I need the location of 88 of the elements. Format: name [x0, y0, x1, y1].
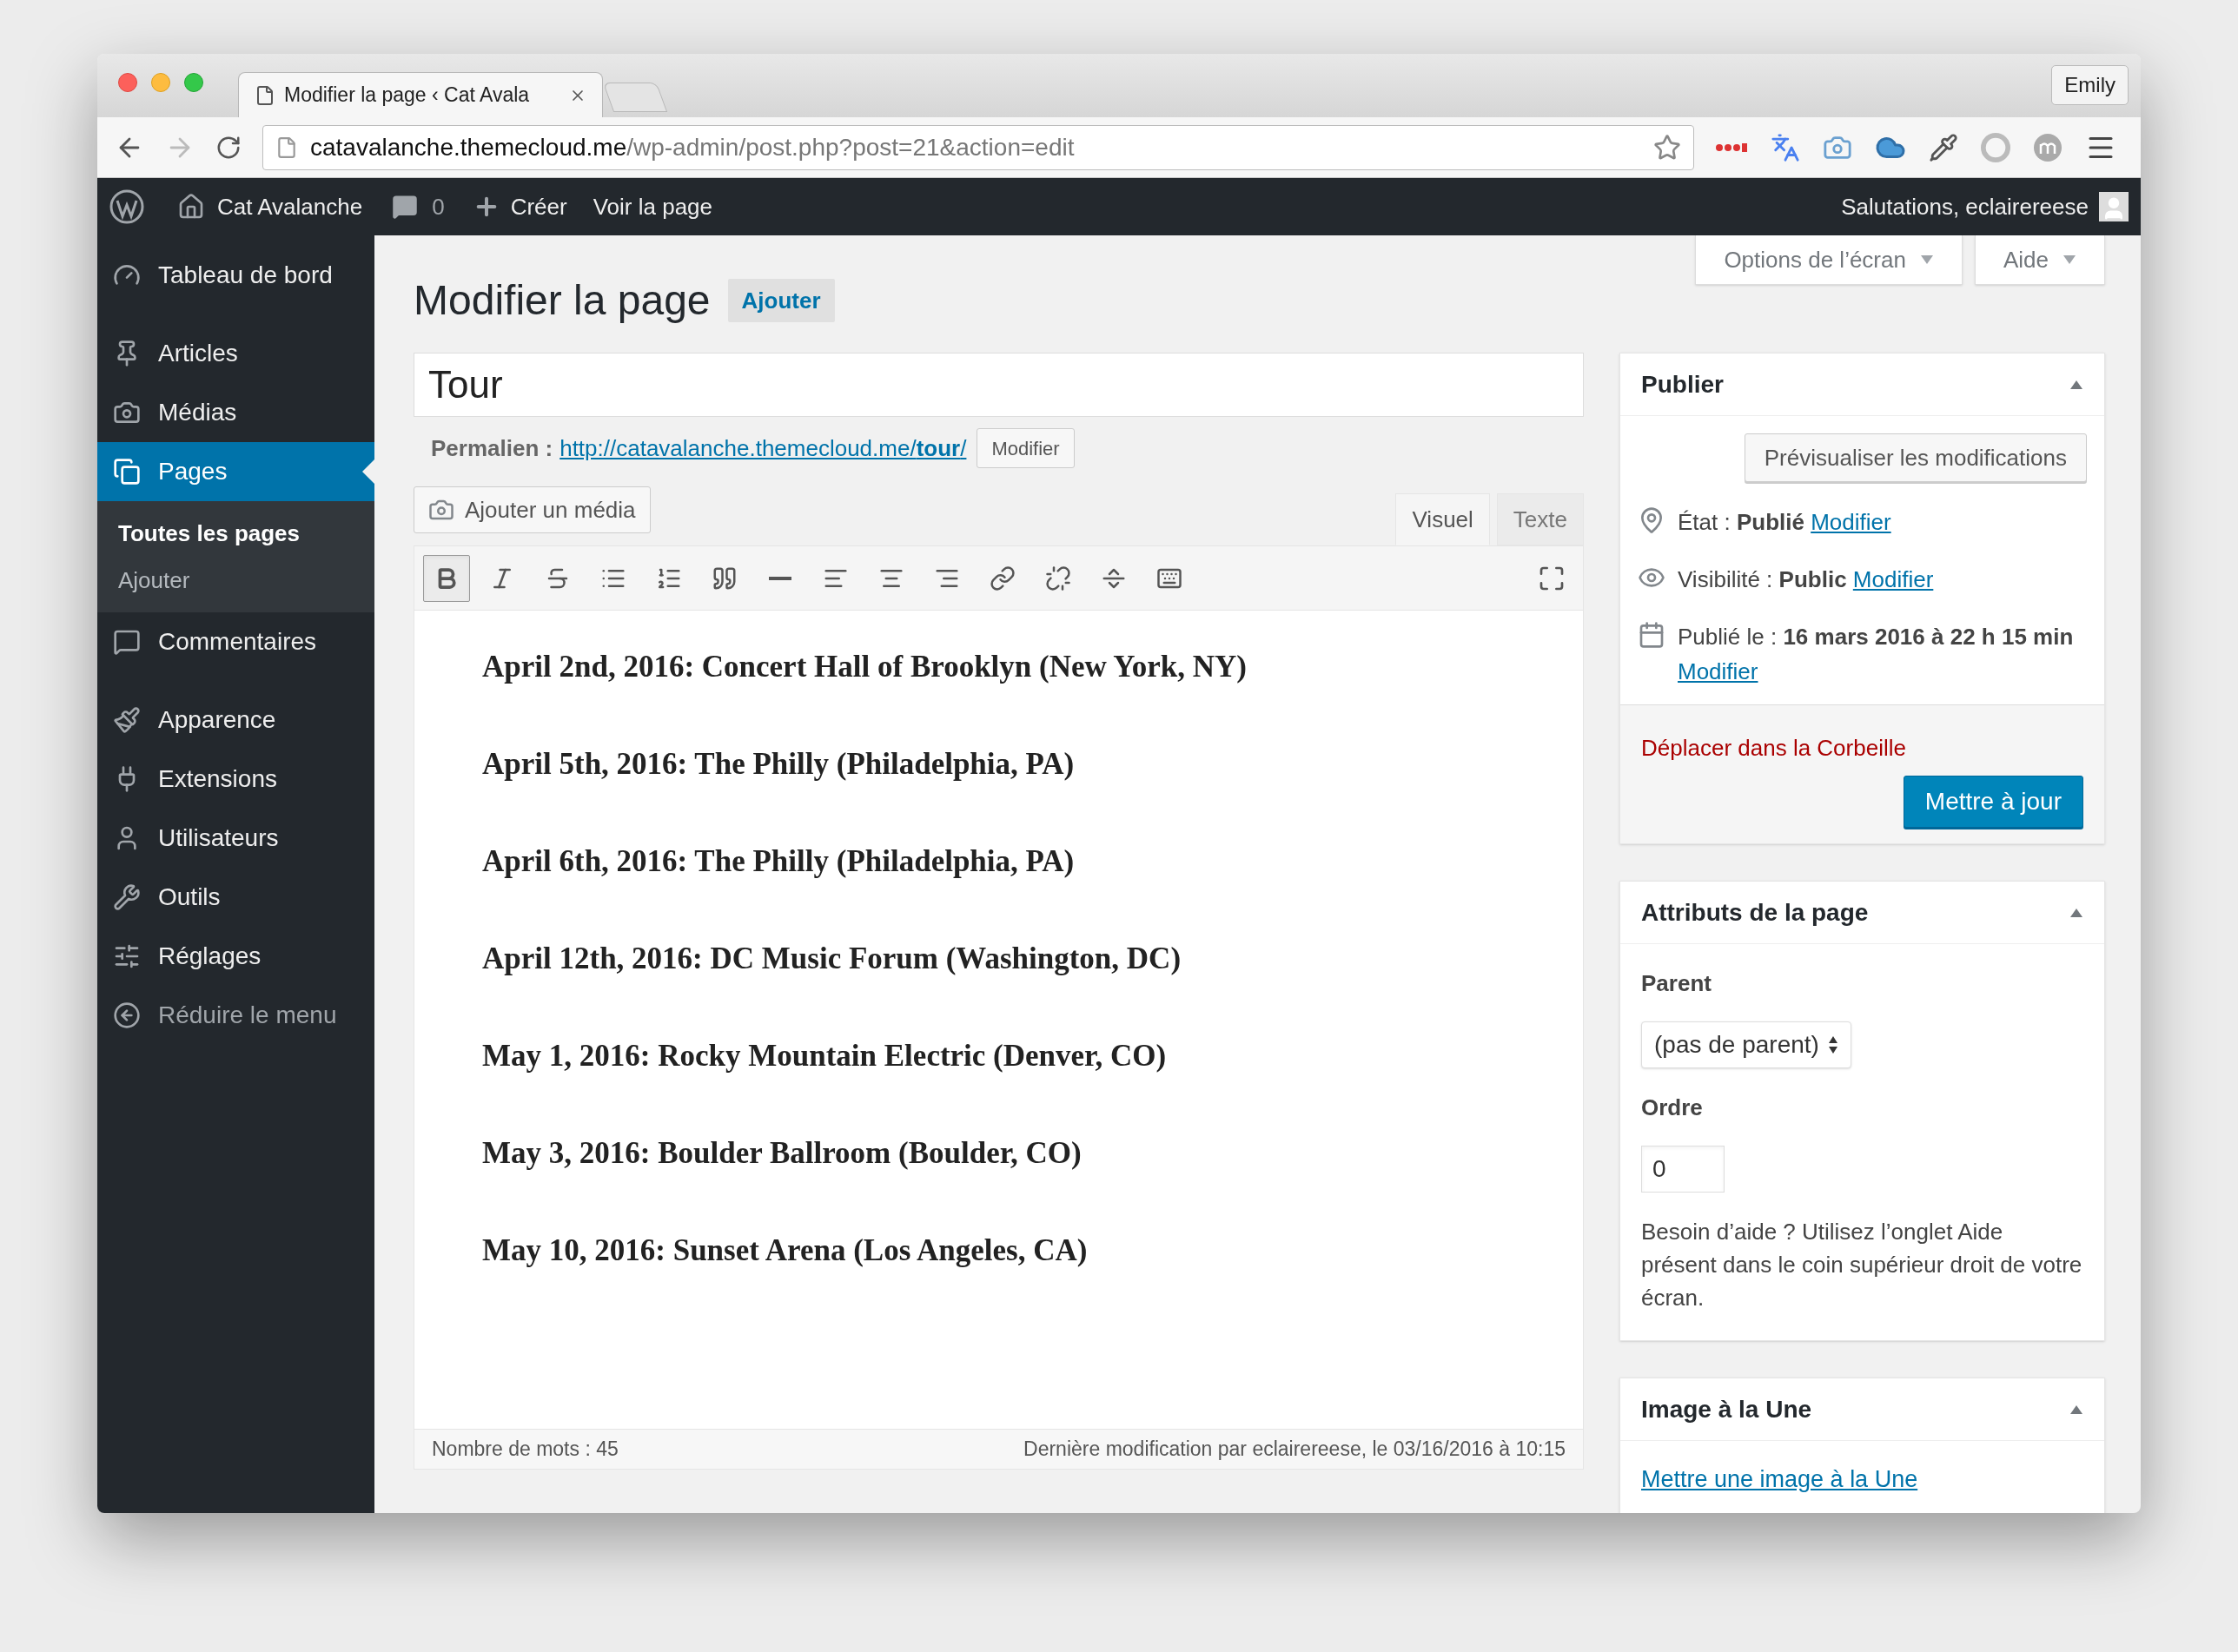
permalink-label: Permalien : — [431, 433, 553, 463]
page-heading: Modifier la page — [414, 276, 711, 325]
caret-icon — [2063, 254, 2076, 265]
content-line: May 3, 2016: Boulder Ballroom (Boulder, CO) — [482, 1135, 1083, 1172]
add-media-button[interactable]: Ajouter un média — [414, 486, 651, 533]
parent-select[interactable]: (pas de parent) — [1641, 1021, 1851, 1068]
sidebar-item[interactable]: Pages — [97, 442, 374, 501]
editor-tab[interactable]: Visuel — [1395, 493, 1490, 545]
speech-bubble-icon — [113, 628, 141, 656]
modify-link[interactable]: Modifier — [1678, 658, 1758, 684]
content-line: April 12th, 2016: DC Music Forum (Washington, DC) — [482, 941, 1182, 977]
set-featured-image-link[interactable]: Mettre une image à la Une — [1641, 1466, 1918, 1492]
caret-icon — [1919, 254, 1934, 265]
box-title: Attributs de la page — [1641, 897, 1869, 928]
add-page-button[interactable]: Ajouter — [727, 279, 835, 322]
order-label: Ordre — [1641, 1094, 1704, 1122]
submenu-item[interactable]: Ajouter — [97, 557, 374, 604]
order-field[interactable]: 0 — [1641, 1146, 1725, 1193]
sidebar-item[interactable]: Articles — [97, 324, 374, 383]
profile-button[interactable]: Emily — [2051, 64, 2129, 105]
arrow-left-circle-icon — [113, 1001, 141, 1029]
modify-link[interactable]: Modifier — [1811, 509, 1891, 535]
permalink-link[interactable]: http://catavalanche.themecloud.me/tour/ — [560, 431, 967, 466]
content-line: April 6th, 2016: The Philly (Philadelphia, PA) — [482, 843, 1076, 880]
sidebar-item[interactable]: Tableau de bord — [97, 246, 374, 305]
eyedropper-icon[interactable] — [1929, 132, 1958, 162]
updown-arrows-icon — [1827, 1034, 1838, 1055]
url-text: catavalanche.themecloud.me/wp-admin/post.php?post=21&action=edit — [310, 132, 1076, 162]
greeting-link[interactable]: Salutations, eclairereese — [1841, 189, 2089, 224]
wrench-icon — [113, 883, 141, 911]
screen-meta-tab[interactable]: Options de l’écran — [1695, 235, 1963, 285]
bold-button[interactable] — [423, 554, 470, 602]
update-button[interactable]: Mettre à jour — [1903, 776, 2083, 828]
page-icon — [275, 135, 298, 159]
box-title: Image à la Une — [1641, 1394, 1812, 1424]
speech-bubble-icon — [392, 194, 419, 220]
collapse-arrow-icon[interactable] — [2069, 907, 2083, 918]
title-field[interactable]: Tour — [414, 353, 1584, 417]
collapse-arrow-icon[interactable] — [2069, 379, 2083, 390]
calendar-icon — [1638, 621, 1665, 649]
sliders-icon — [113, 942, 141, 970]
sidebar-item[interactable]: Commentaires — [97, 612, 374, 671]
screen-meta-tab[interactable]: Aide — [1974, 235, 2105, 285]
parent-label: Parent — [1641, 969, 1712, 998]
browser-tab[interactable]: Modifier la page ‹ Cat Avala — [238, 72, 603, 117]
publish-info-text: Visibilité : Public Modifier — [1678, 565, 1934, 594]
view-page-link[interactable]: Voir la page — [593, 189, 712, 224]
site-link[interactable]: Cat Avalanche — [217, 189, 363, 224]
content-line: April 2nd, 2016: Concert Hall of Brooklyn (New York, NY) — [482, 649, 1248, 685]
page-icon — [255, 84, 275, 106]
close-window-button[interactable] — [118, 72, 137, 92]
box-title: Publier — [1641, 369, 1724, 400]
sidebar-item[interactable]: Médias — [97, 383, 374, 442]
content-line: May 1, 2016: Rocky Mountain Electric (Denver, CO) — [482, 1038, 1168, 1074]
collapse-arrow-icon[interactable] — [2069, 1404, 2083, 1415]
current-pointer-icon — [362, 459, 374, 484]
sidebar-item[interactable]: Apparence — [97, 691, 374, 750]
word-count: Nombre de mots : 45 — [432, 1437, 619, 1463]
editor-tab[interactable]: Texte — [1496, 493, 1584, 545]
publish-info-text: État : Publié Modifier — [1678, 508, 1891, 537]
tab-title: Modifier la page ‹ Cat Avala — [284, 83, 531, 109]
publish-info-text: Publié le : 16 mars 2016 à 22 h 15 min Modifier — [1678, 623, 2075, 686]
preview-button[interactable]: Prévisualiser les modifications — [1744, 433, 2087, 482]
sidebar-item[interactable]: Extensions — [97, 750, 374, 809]
home-icon — [177, 193, 205, 221]
address-field[interactable]: catavalanche.themecloud.me/wp-admin/post.php?post=21&action=edit — [262, 124, 1694, 170]
comment-count[interactable]: 0 — [432, 189, 445, 224]
modify-link[interactable]: Modifier — [1852, 566, 1934, 592]
edit-permalink-button[interactable]: Modifier — [977, 428, 1075, 468]
last-modified-text: Dernière modification par eclairereese, le 03/16/2016 à 10:15 — [1023, 1437, 1566, 1463]
dots-icon[interactable] — [1715, 142, 1748, 152]
sidebar-item[interactable]: Outils — [97, 868, 374, 927]
content-line: May 10, 2016: Sunset Arena (Los Angeles, CA) — [482, 1232, 1089, 1269]
brush-icon — [113, 706, 141, 734]
sidebar-item[interactable]: Réduire le menu — [97, 986, 374, 1045]
content-line: April 5th, 2016: The Philly (Philadelphia, PA) — [482, 746, 1076, 783]
new-link[interactable]: Créer — [510, 189, 567, 224]
link-icon — [990, 565, 1016, 591]
unlink-icon — [1045, 565, 1071, 591]
submenu-item[interactable]: Toutes les pages — [97, 510, 374, 557]
translate-icon[interactable] — [1771, 132, 1800, 162]
help-text: Besoin d’aide ? Utilisez l’onglet Aide présent dans le coin supérieur droit de votre écran. — [1641, 1218, 2083, 1312]
trash-link[interactable]: Déplacer dans la Corbeille — [1641, 731, 2083, 765]
logo-icon[interactable] — [109, 189, 144, 224]
sidebar-item[interactable]: Réglages — [97, 927, 374, 986]
pages-icon — [113, 458, 141, 486]
bookmark-star-icon[interactable] — [1653, 133, 1681, 162]
sidebar-item[interactable]: Utilisateurs — [97, 809, 374, 868]
